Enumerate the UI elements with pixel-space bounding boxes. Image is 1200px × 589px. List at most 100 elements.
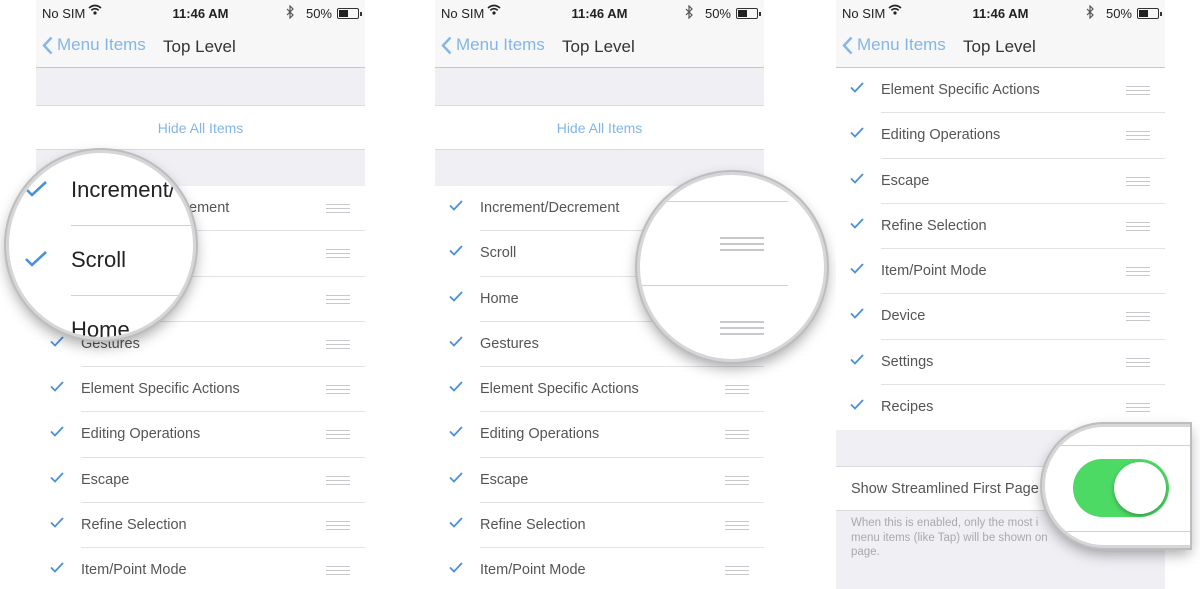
checkmark-icon: [25, 251, 47, 267]
list-item[interactable]: Settings: [836, 340, 1165, 386]
reorder-grip-icon[interactable]: [1126, 131, 1150, 141]
page-title: Top Level: [163, 37, 236, 56]
list-item[interactable]: Refine Selection: [36, 503, 365, 549]
navigation-bar: Menu Items Top Level: [435, 26, 764, 68]
reorder-grip-icon[interactable]: [725, 475, 749, 485]
zoomed-label: Increment/: [71, 177, 175, 202]
hide-all-items-button[interactable]: Hide All Items: [435, 105, 764, 150]
battery-fill: [339, 10, 348, 17]
battery-percent: 50%: [1105, 6, 1132, 21]
list-item[interactable]: Editing Operations: [836, 113, 1165, 159]
back-button[interactable]: Menu Items: [441, 35, 545, 55]
reorder-grip-icon[interactable]: [725, 385, 749, 395]
list-item[interactable]: Editing Operations: [36, 412, 365, 458]
reorder-grip-icon[interactable]: [1126, 221, 1150, 231]
checkmark-icon: [850, 354, 864, 365]
checkmark-icon: [449, 200, 463, 211]
reorder-grip-icon[interactable]: [1126, 267, 1150, 277]
navigation-bar: Menu Items Top Level: [36, 26, 365, 68]
zoomed-label: Scroll: [71, 247, 127, 272]
reorder-grip-icon[interactable]: [725, 521, 749, 531]
hide-all-items-button[interactable]: Hide All Items: [36, 105, 365, 150]
status-bar: No SIM 11:46 AM 50%: [836, 0, 1165, 26]
reorder-grip-icon[interactable]: [326, 204, 350, 213]
reorder-grip-icon[interactable]: [1126, 312, 1150, 322]
reorder-grip-icon[interactable]: [1126, 357, 1150, 367]
chevron-left-icon: [42, 36, 53, 54]
hide-all-label: Hide All Items: [157, 120, 244, 136]
item-label: Scroll: [480, 245, 517, 262]
reorder-grip-icon[interactable]: [326, 430, 350, 440]
item-label: Element Specific Actions: [81, 381, 240, 398]
page-title: Top Level: [562, 37, 635, 56]
reorder-grip-icon[interactable]: [326, 566, 350, 576]
toggle-knob: [1114, 462, 1166, 514]
reorder-grip-icon[interactable]: [326, 249, 350, 259]
magnifier-grips: [637, 172, 827, 362]
item-label: Refine Selection: [81, 517, 187, 534]
list-item[interactable]: Escape: [836, 159, 1165, 204]
reorder-grip-icon[interactable]: [725, 566, 749, 576]
reorder-grip-icon: [720, 237, 764, 255]
list-item[interactable]: Device: [836, 294, 1165, 340]
checkmark-icon: [850, 82, 864, 93]
bluetooth-icon: [685, 5, 693, 19]
checkmark-icon: [50, 336, 64, 347]
checkmark-icon: [50, 517, 64, 528]
menu-item-list: Element Specific Actions Editing Operati…: [836, 68, 1165, 431]
reorder-grip-icon[interactable]: [326, 339, 350, 349]
streamlined-label: Show Streamlined First Page: [851, 481, 1039, 497]
item-label: Home: [480, 290, 519, 307]
reorder-grip-icon[interactable]: [1126, 176, 1150, 186]
item-label: Editing Operations: [881, 127, 1001, 144]
status-bar: No SIM 11:46 AM 50%: [36, 0, 365, 26]
streamlined-toggle[interactable]: [1073, 459, 1169, 517]
battery-icon: [337, 8, 362, 19]
item-label: Editing Operations: [480, 426, 600, 443]
reorder-grip-icon[interactable]: [1126, 403, 1150, 413]
back-label: Menu Items: [57, 35, 146, 54]
list-item[interactable]: Refine Selection: [435, 503, 764, 549]
item-label: Escape: [81, 471, 130, 488]
checkmark-icon: [850, 399, 864, 410]
checkmark-icon: [850, 263, 864, 274]
list-item[interactable]: Item/Point Mode: [435, 548, 764, 589]
reorder-grip-icon[interactable]: [326, 294, 350, 304]
battery-fill: [1139, 10, 1148, 17]
battery-percent: 50%: [305, 6, 332, 21]
checkmark-icon: [449, 336, 463, 347]
back-label: Menu Items: [857, 35, 946, 54]
reorder-grip-icon[interactable]: [326, 385, 350, 395]
item-label: Recipes: [881, 399, 934, 416]
chevron-left-icon: [842, 36, 853, 54]
list-item[interactable]: Escape: [36, 458, 365, 504]
list-item[interactable]: Editing Operations: [435, 412, 764, 458]
list-item[interactable]: Element Specific Actions: [836, 68, 1165, 114]
chevron-left-icon: [441, 36, 452, 54]
list-item[interactable]: Element Specific Actions: [36, 367, 365, 413]
list-item[interactable]: Escape: [435, 458, 764, 504]
reorder-grip-icon[interactable]: [326, 521, 350, 531]
list-item[interactable]: Item/Point Mode: [836, 249, 1165, 295]
hide-all-label: Hide All Items: [556, 120, 643, 136]
item-label: Refine Selection: [881, 217, 987, 234]
reorder-grip-icon[interactable]: [326, 475, 350, 485]
item-label: Item/Point Mode: [81, 562, 187, 579]
back-button[interactable]: Menu Items: [842, 35, 946, 55]
checkmark-icon: [449, 426, 463, 438]
checkmark-icon: [850, 127, 864, 139]
reorder-grip-icon[interactable]: [725, 430, 749, 440]
back-button[interactable]: Menu Items: [42, 35, 146, 55]
item-label: Escape: [881, 172, 930, 189]
list-item[interactable]: Refine Selection: [836, 204, 1165, 250]
checkmark-icon: [850, 172, 864, 184]
list-item[interactable]: Item/Point Mode: [36, 548, 365, 589]
battery-icon: [1137, 8, 1162, 19]
checkmark-icon: [850, 308, 864, 320]
back-label: Menu Items: [456, 35, 545, 54]
status-bar: No SIM 11:46 AM 50%: [435, 0, 764, 26]
list-item[interactable]: Element Specific Actions: [435, 367, 764, 413]
item-label: Item/Point Mode: [881, 263, 987, 280]
checkmark-icon: [449, 381, 463, 392]
reorder-grip-icon[interactable]: [1126, 86, 1150, 95]
